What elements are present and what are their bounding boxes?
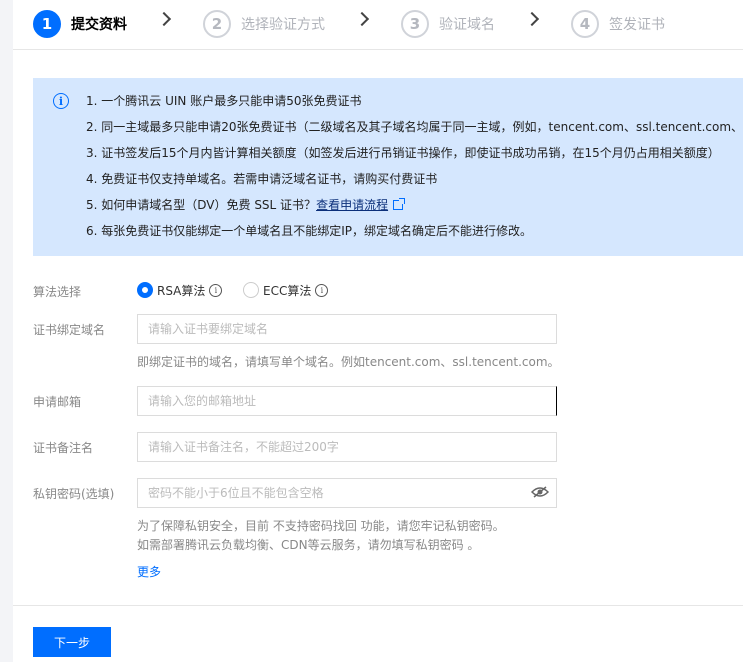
password-help-line-1: 为了保障私钥安全，目前 不支持密码找回 功能，请您牢记私钥密码。 — [137, 519, 505, 533]
email-input[interactable] — [137, 386, 557, 416]
notice-box: i 1. 一个腾讯云 UIN 账户最多只能申请50张免费证书 2. 同一主域最多… — [33, 78, 743, 256]
question-icon[interactable]: i — [209, 283, 223, 297]
notice-item: 3. 证书签发后15个月内皆计算相关额度（如签发后进行吊销证书操作，即使证书成功… — [86, 146, 720, 160]
notice-item: 2. 同一主域最多只能申请20张免费证书（二级域名及其子域名均属于同一主域，例如… — [86, 120, 743, 134]
step-number: 3 — [401, 10, 429, 38]
chevron-right-icon — [354, 11, 370, 27]
eye-off-icon[interactable] — [531, 486, 549, 498]
notice-item-with-link: 5. 如何申请域名型（DV）免费 SSL 证书？查看申请流程 — [86, 196, 743, 222]
view-apply-process-link[interactable]: 查看申请流程 — [316, 198, 388, 212]
domain-label: 证书绑定域名 — [33, 323, 106, 337]
chevron-right-icon — [156, 11, 172, 27]
next-button[interactable]: 下一步 — [33, 627, 111, 657]
notice-item: 6. 每张免费证书仅能绑定一个单域名且不能绑定IP，绑定域名确定后不能进行修改。 — [86, 224, 533, 238]
domain-input[interactable] — [137, 314, 557, 344]
step-2: 2 选择验证方式 — [203, 10, 325, 38]
question-icon[interactable]: i — [315, 283, 329, 297]
footer-divider — [13, 605, 743, 606]
remark-input[interactable] — [137, 432, 557, 462]
password-help-line-2: 如需部署腾讯云负载均衡、CDN等云服务，请勿填写私钥密码 。 — [137, 538, 480, 552]
step-3: 3 验证域名 — [401, 10, 495, 38]
step-4: 4 签发证书 — [571, 10, 665, 38]
notice-item-text: 5. 如何申请域名型（DV）免费 SSL 证书？ — [86, 198, 317, 212]
notice-item: 1. 一个腾讯云 UIN 账户最多只能申请50张免费证书 — [86, 94, 362, 108]
domain-help-text: 即绑定证书的域名，请填写单个域名。例如tencent.com、ssl.tence… — [137, 355, 560, 369]
remark-label: 证书备注名 — [33, 441, 94, 455]
step-label: 验证域名 — [439, 17, 495, 33]
password-label: 私钥密码(选填) — [33, 487, 115, 501]
notice-list: 1. 一个腾讯云 UIN 账户最多只能申请50张免费证书 2. 同一主域最多只能… — [86, 92, 743, 248]
rsa-radio[interactable]: RSA算法 i — [137, 282, 223, 299]
algorithm-label: 算法选择 — [33, 285, 82, 299]
step-number: 1 — [33, 10, 61, 38]
rsa-radio-label[interactable]: RSA算法 — [157, 282, 205, 299]
step-label: 签发证书 — [609, 17, 665, 33]
external-link-icon[interactable] — [393, 198, 406, 210]
info-icon: i — [53, 93, 69, 109]
chevron-right-icon — [524, 11, 540, 27]
step-number: 4 — [571, 10, 599, 38]
step-label: 选择验证方式 — [241, 17, 325, 33]
password-input[interactable] — [137, 478, 557, 508]
notice-item: 4. 免费证书仅支持单域名。若需申请泛域名证书，请购买付费证书 — [86, 172, 438, 186]
step-number: 2 — [203, 10, 231, 38]
radio-dot[interactable] — [137, 282, 153, 298]
steps-bar: 1 提交资料 2 选择验证方式 3 验证域名 4 签发证书 — [13, 0, 743, 50]
more-link[interactable]: 更多 — [137, 563, 161, 580]
radio-dot[interactable] — [243, 282, 259, 298]
apply-certificate-card: 1 提交资料 2 选择验证方式 3 验证域名 4 签发证书 i 1. 一个腾讯云… — [13, 0, 743, 662]
ecc-radio[interactable]: ECC算法 i — [243, 282, 329, 299]
step-1: 1 提交资料 — [33, 10, 127, 38]
email-label: 申请邮箱 — [33, 395, 82, 409]
step-label: 提交资料 — [71, 17, 127, 33]
ecc-radio-label[interactable]: ECC算法 — [263, 282, 311, 299]
